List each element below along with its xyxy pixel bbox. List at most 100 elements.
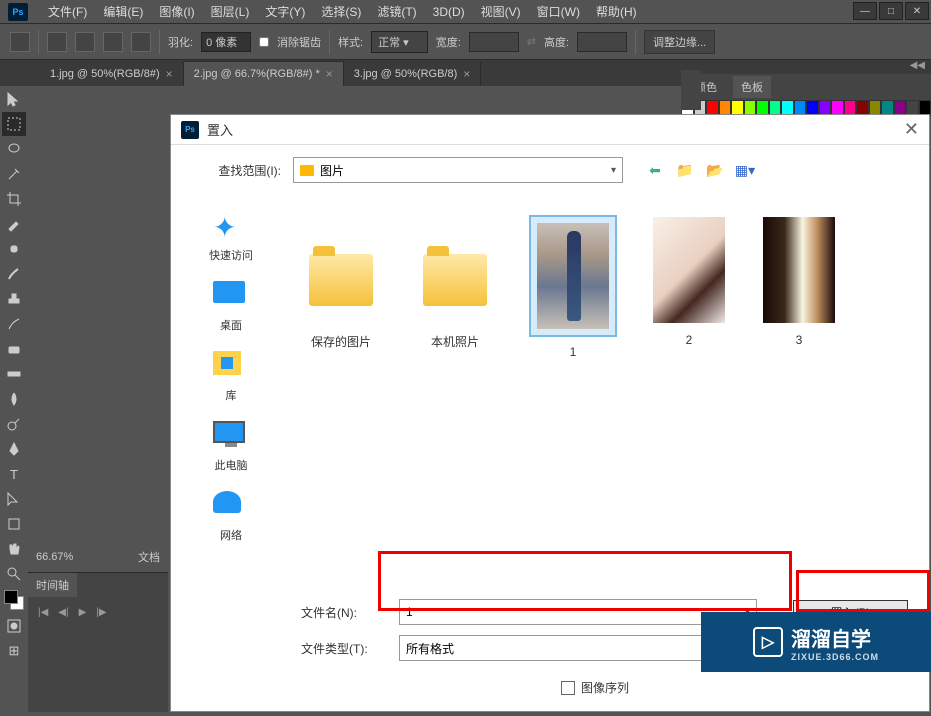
wand-tool[interactable] <box>2 162 26 186</box>
swatches-tab[interactable]: 色板 <box>733 76 771 98</box>
folder-saved-images[interactable]: 保存的图片 <box>301 215 381 359</box>
dialog-title: 置入 <box>207 120 233 139</box>
file-image-1[interactable]: 1 <box>529 215 617 359</box>
menu-help[interactable]: 帮助(H) <box>588 3 645 20</box>
zoom-tool[interactable] <box>2 562 26 586</box>
doc-tab-3[interactable]: 3.jpg @ 50%(RGB/8)× <box>344 62 482 86</box>
close-icon[interactable]: × <box>326 67 333 81</box>
menu-select[interactable]: 选择(S) <box>313 3 369 20</box>
options-bar: 羽化: 消除锯齿 样式: 正常 ▾ 宽度: ⇄ 高度: 调整边缘... <box>0 24 931 60</box>
foreground-color[interactable] <box>4 590 18 604</box>
image-thumbnail <box>763 217 835 323</box>
eyedropper-tool[interactable] <box>2 212 26 236</box>
menu-edit[interactable]: 编辑(E) <box>95 3 151 20</box>
menu-view[interactable]: 视图(V) <box>473 3 529 20</box>
image-sequence-row: 图像序列 <box>561 679 909 696</box>
lasso-tool[interactable] <box>2 137 26 161</box>
maximize-button[interactable]: □ <box>879 2 903 20</box>
feather-input[interactable] <box>201 32 251 52</box>
stamp-tool[interactable] <box>2 287 26 311</box>
place-network[interactable]: 网络 <box>213 491 249 543</box>
brush-tool[interactable] <box>2 262 26 286</box>
doc-tab-2[interactable]: 2.jpg @ 66.7%(RGB/8#) *× <box>184 61 344 86</box>
color-swatch[interactable] <box>4 590 24 610</box>
main-menubar: Ps 文件(F) 编辑(E) 图像(I) 图层(L) 文字(Y) 选择(S) 滤… <box>0 0 931 24</box>
doc-tab-1[interactable]: 1.jpg @ 50%(RGB/8#)× <box>40 62 184 86</box>
menu-window[interactable]: 窗口(W) <box>529 3 588 20</box>
close-button[interactable]: ✕ <box>905 2 929 20</box>
view-menu-icon[interactable]: ▦▾ <box>735 160 755 180</box>
image-sequence-label: 图像序列 <box>581 679 629 696</box>
marquee-tool[interactable] <box>2 112 26 136</box>
menu-filter[interactable]: 滤镜(T) <box>369 3 424 20</box>
dialog-close-button[interactable]: ✕ <box>904 119 919 140</box>
first-frame-icon[interactable]: |◀ <box>38 607 48 618</box>
play-icon[interactable]: ▶ <box>79 607 87 618</box>
selection-new-icon[interactable] <box>47 32 67 52</box>
media-controls: |◀ ◀| ▶ |▶ <box>28 597 168 628</box>
menu-image[interactable]: 图像(I) <box>151 3 202 20</box>
folder-icon <box>309 254 373 306</box>
dialog-lookin-row: 查找范围(I): 图片 ▾ ⬅ 📁 📂 ▦▾ <box>171 145 929 195</box>
folder-local-photos[interactable]: 本机照片 <box>415 215 495 359</box>
heal-tool[interactable] <box>2 237 26 261</box>
desktop-icon <box>213 281 249 313</box>
next-frame-icon[interactable]: |▶ <box>96 607 106 618</box>
height-label: 高度: <box>544 34 569 50</box>
image-thumbnail <box>653 217 725 323</box>
refine-edge-button[interactable]: 调整边缘... <box>644 30 715 54</box>
shape-tool[interactable] <box>2 512 26 536</box>
crop-tool[interactable] <box>2 187 26 211</box>
divider <box>635 30 636 54</box>
type-tool[interactable]: T <box>2 462 26 486</box>
selection-intersect-icon[interactable] <box>131 32 151 52</box>
close-icon[interactable]: × <box>166 67 173 81</box>
place-this-pc[interactable]: 此电脑 <box>213 421 249 473</box>
selection-sub-icon[interactable] <box>103 32 123 52</box>
path-tool[interactable] <box>2 487 26 511</box>
up-icon[interactable]: 📁 <box>675 160 695 180</box>
prev-frame-icon[interactable]: ◀| <box>58 607 68 618</box>
collapse-icon[interactable]: ◀◀ <box>681 60 931 74</box>
current-tool-icon[interactable] <box>10 32 30 52</box>
back-icon[interactable]: ⬅ <box>645 160 665 180</box>
place-desktop[interactable]: 桌面 <box>213 281 249 333</box>
style-select[interactable]: 正常 ▾ <box>371 31 428 53</box>
dialog-body: ✦ 快速访问 桌面 库 此电脑 网络 保存的图片 <box>171 195 929 595</box>
antialias-checkbox[interactable] <box>259 37 269 47</box>
place-library[interactable]: 库 <box>213 351 249 403</box>
menu-file[interactable]: 文件(F) <box>40 3 95 20</box>
blur-tool[interactable] <box>2 387 26 411</box>
move-tool[interactable] <box>2 87 26 111</box>
places-bar: ✦ 快速访问 桌面 库 此电脑 网络 <box>171 195 291 595</box>
screenmode-tool[interactable]: ⊞ <box>2 639 26 663</box>
image-sequence-checkbox[interactable] <box>561 681 575 695</box>
menu-3d[interactable]: 3D(D) <box>425 5 473 19</box>
width-input <box>469 32 519 52</box>
history-brush-tool[interactable] <box>2 312 26 336</box>
selection-add-icon[interactable] <box>75 32 95 52</box>
lookin-select[interactable]: 图片 ▾ <box>293 157 623 183</box>
file-image-2[interactable]: 2 <box>651 215 727 359</box>
close-icon[interactable]: × <box>463 67 470 81</box>
color-panel-header: 颜色 色板 <box>681 74 931 100</box>
width-label: 宽度: <box>436 34 461 50</box>
file-image-3[interactable]: 3 <box>761 215 837 359</box>
network-icon <box>213 491 249 523</box>
menu-layer[interactable]: 图层(L) <box>203 3 258 20</box>
dodge-tool[interactable] <box>2 412 26 436</box>
panel-strip-icon[interactable] <box>681 70 701 110</box>
new-folder-icon[interactable]: 📂 <box>705 160 725 180</box>
minimize-button[interactable]: — <box>853 2 877 20</box>
file-list: 保存的图片 本机照片 1 2 3 <box>291 195 929 595</box>
hand-tool[interactable] <box>2 537 26 561</box>
timeline-tab[interactable]: 时间轴 <box>28 573 77 597</box>
place-quick-access[interactable]: ✦ 快速访问 <box>209 211 253 263</box>
window-controls: — □ ✕ <box>853 2 929 20</box>
menu-type[interactable]: 文字(Y) <box>257 3 313 20</box>
quickmask-tool[interactable] <box>2 614 26 638</box>
gradient-tool[interactable] <box>2 362 26 386</box>
pen-tool[interactable] <box>2 437 26 461</box>
zoom-level[interactable]: 66.67% <box>36 551 73 563</box>
eraser-tool[interactable] <box>2 337 26 361</box>
